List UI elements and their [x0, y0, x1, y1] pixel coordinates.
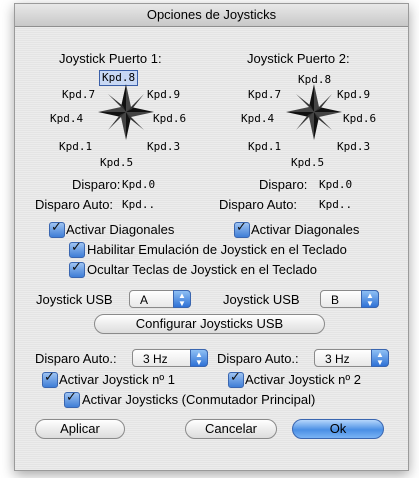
- updown-arrows-icon: ▲ ▼: [173, 290, 191, 308]
- hide-keys-checkbox[interactable]: [69, 260, 85, 278]
- enable-joystick1-checkbox[interactable]: [42, 370, 58, 388]
- joystick1-key-right[interactable]: Kpd.6: [153, 112, 186, 125]
- joystick2-key-upleft[interactable]: Kpd.7: [248, 88, 281, 101]
- autofire1-rate-value: 3 Hz: [143, 352, 168, 366]
- joystick2-autofire-label: Disparo Auto:: [219, 197, 298, 212]
- joystick2-diagonals-label: Activar Diagonales: [251, 222, 360, 237]
- compass-rose-icon: [98, 84, 154, 140]
- cancel-button[interactable]: Cancelar: [185, 419, 277, 439]
- window-title: Opciones de Joysticks: [15, 4, 408, 27]
- enable-joystick2-label: Activar Joystick nº 2: [245, 372, 362, 387]
- joystick2-key-down[interactable]: Kpd.5: [291, 156, 324, 169]
- usb1-selected-value: A: [140, 293, 149, 307]
- joystick1-autofire-key[interactable]: Kpd..: [122, 198, 155, 211]
- hide-keys-label: Ocultar Teclas de Joystick en el Teclado: [87, 262, 318, 277]
- joystick1-title: Joystick Puerto 1:: [59, 51, 162, 66]
- joystick1-key-upleft[interactable]: Kpd.7: [62, 88, 95, 101]
- enable-joystick2-checkbox[interactable]: [228, 370, 244, 388]
- updown-arrows-icon: ▲ ▼: [190, 349, 208, 367]
- autofire1-label: Disparo Auto.:: [35, 351, 117, 366]
- keyboard-emulation-checkbox[interactable]: [69, 240, 85, 258]
- autofire2-label: Disparo Auto.:: [217, 351, 299, 366]
- joystick1-key-downright[interactable]: Kpd.3: [147, 140, 180, 153]
- usb2-selected-value: B: [331, 293, 340, 307]
- joystick2-fire-key[interactable]: Kpd.0: [319, 178, 352, 191]
- autofire2-rate-value: 3 Hz: [325, 352, 350, 366]
- joystick1-fire-key[interactable]: Kpd.0: [122, 178, 155, 191]
- updown-arrows-icon: ▲ ▼: [361, 290, 379, 308]
- joystick-options-window: Opciones de Joysticks Joystick Puerto 1:…: [14, 3, 409, 471]
- enable-joystick1-label: Activar Joystick nº 1: [59, 372, 176, 387]
- autofire1-rate-select[interactable]: 3 Hz ▲ ▼: [132, 349, 208, 367]
- joystick2-key-downleft[interactable]: Kpd.1: [248, 140, 281, 153]
- joystick2-fire-label: Disparo:: [259, 177, 308, 192]
- usb2-select[interactable]: B ▲ ▼: [320, 290, 379, 308]
- updown-arrows-icon: ▲ ▼: [371, 349, 389, 367]
- joystick2-key-right[interactable]: Kpd.6: [343, 112, 376, 125]
- joystick1-fire-label: Disparo:: [72, 177, 121, 192]
- master-switch-checkbox[interactable]: [64, 390, 80, 408]
- keyboard-emulation-label: Habilitar Emulación de Joystick en el Te…: [87, 242, 347, 257]
- joystick1-key-left[interactable]: Kpd.4: [50, 112, 83, 125]
- compass-rose-icon: [286, 84, 342, 140]
- usb1-select[interactable]: A ▲ ▼: [129, 290, 191, 308]
- configure-usb-button[interactable]: Configurar Joysticks USB: [94, 314, 325, 334]
- joystick1-diagonals-checkbox[interactable]: [49, 220, 65, 238]
- joystick2-title: Joystick Puerto 2:: [247, 51, 350, 66]
- apply-button[interactable]: Aplicar: [35, 419, 125, 439]
- usb1-label: Joystick USB: [36, 292, 113, 307]
- master-switch-label: Activar Joysticks (Conmutador Principal): [82, 392, 316, 407]
- joystick2-key-downright[interactable]: Kpd.3: [337, 140, 370, 153]
- joystick2-key-left[interactable]: Kpd.4: [241, 112, 274, 125]
- joystick1-key-downleft[interactable]: Kpd.1: [59, 140, 92, 153]
- joystick1-key-down[interactable]: Kpd.5: [100, 156, 133, 169]
- joystick2-diagonals-checkbox[interactable]: [234, 220, 250, 238]
- ok-button[interactable]: Ok: [292, 419, 384, 439]
- joystick1-autofire-label: Disparo Auto:: [35, 197, 114, 212]
- joystick1-diagonals-label: Activar Diagonales: [66, 222, 175, 237]
- autofire2-rate-select[interactable]: 3 Hz ▲ ▼: [314, 349, 389, 367]
- joystick2-autofire-key[interactable]: Kpd..: [319, 198, 352, 211]
- usb2-label: Joystick USB: [223, 292, 300, 307]
